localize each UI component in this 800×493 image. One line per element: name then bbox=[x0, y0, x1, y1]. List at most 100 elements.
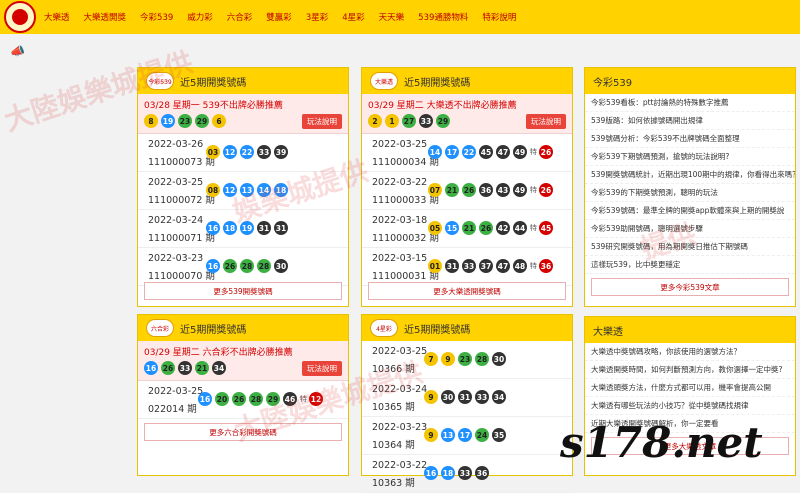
nav-item-3[interactable]: 威力彩 bbox=[187, 11, 213, 23]
number-ball: 03 bbox=[206, 145, 220, 159]
number-ball: 9 bbox=[424, 428, 438, 442]
site-logo[interactable] bbox=[4, 1, 36, 33]
draw-date: 2022-03-18 bbox=[372, 215, 428, 226]
more-articles-button[interactable]: 更多今彩539文章 bbox=[591, 278, 789, 296]
draw-balls: 01 31 33 37 47 48 特 36 bbox=[428, 259, 556, 273]
notice-text[interactable]: 03/29 星期二 大樂透不出牌必勝推薦 bbox=[368, 98, 517, 111]
number-ball: 01 bbox=[428, 259, 442, 273]
number-ball: 33 bbox=[475, 390, 489, 404]
draw-row: 2022-03-24 111000071 期 16 18 19 31 31 bbox=[138, 210, 348, 248]
number-ball: 18 bbox=[441, 466, 455, 480]
number-ball: 9 bbox=[424, 390, 438, 404]
draw-balls: 9 30 31 33 34 bbox=[424, 390, 509, 404]
draw-balls: 07 21 26 36 43 49 特 26 bbox=[428, 183, 556, 197]
article-link[interactable]: 今彩539下期號碼預測，搶號的玩法說明? bbox=[585, 148, 795, 166]
article-link[interactable]: 今彩539的下期獎號預測，聰明的玩法 bbox=[585, 184, 795, 202]
nav-item-4[interactable]: 六合彩 bbox=[227, 11, 253, 23]
nav-item-7[interactable]: 4星彩 bbox=[342, 11, 364, 23]
side-title: 大樂透 bbox=[593, 326, 623, 338]
draw-period: 022014 期 bbox=[148, 404, 197, 415]
number-ball: 39 bbox=[274, 145, 288, 159]
tips-button[interactable]: 玩法說明 bbox=[302, 114, 342, 129]
draw-date: 2022-03-15 bbox=[372, 253, 428, 264]
number-ball: 12 bbox=[223, 145, 237, 159]
more-results-button[interactable]: 更多大樂透開獎號碼 bbox=[368, 282, 566, 300]
number-ball: 16 bbox=[424, 466, 438, 480]
number-ball: 2 bbox=[368, 114, 382, 128]
draw-row: 2022-03-25 022014 期 16 20 26 28 29 46 特 12 bbox=[138, 381, 348, 419]
side-539-articles: 今彩539 今彩539看板：ptt討論熱的特殊數字推薦 539版路：如何依據號碼開出… bbox=[584, 67, 796, 307]
notice-balls: 16 26 33 21 34 bbox=[144, 361, 229, 375]
nav-item-10[interactable]: 特彩說明 bbox=[482, 11, 516, 23]
brand-logo-text: s178.net bbox=[560, 418, 763, 467]
number-ball: 34 bbox=[492, 390, 506, 404]
nav-item-5[interactable]: 雙贏彩 bbox=[266, 11, 292, 23]
number-ball: 18 bbox=[274, 183, 288, 197]
number-ball: 12 bbox=[309, 392, 323, 406]
draw-balls: 14 17 22 45 47 49 特 26 bbox=[428, 145, 556, 159]
tips-button[interactable]: 玩法說明 bbox=[302, 361, 342, 376]
panel-539: 今彩539 近5期開獎號碼 03/28 星期一 539不出牌必勝推薦 8 19 23 29 6… bbox=[137, 67, 349, 307]
draw-balls: 16 26 28 28 30 bbox=[206, 259, 291, 273]
article-link[interactable]: 大樂透開獎時間，如何判斷預測方向，教你選擇一定中獎? bbox=[585, 361, 795, 379]
number-ball: 33 bbox=[458, 466, 472, 480]
lottery-badge-icon: 六合彩 bbox=[146, 319, 174, 337]
nav-items: 大樂透 大樂透開獎 今彩539 威力彩 六合彩 雙贏彩 3星彩 4星彩 天天樂 539通勝物料 特彩… bbox=[44, 0, 530, 34]
nav-item-9[interactable]: 539通勝物料 bbox=[418, 11, 468, 23]
article-link[interactable]: 大樂透頭獎方法，什麼方式都可以用，機率會提高公開 bbox=[585, 379, 795, 397]
article-link[interactable]: 539研究開獎號碼，用為期開獎日推估下期號碼 bbox=[585, 238, 795, 256]
tips-button[interactable]: 玩法說明 bbox=[526, 114, 566, 129]
draw-row: 2022-03-25 111000034 期 14 17 22 45 47 49 特 26 bbox=[362, 134, 572, 172]
number-ball: 36 bbox=[475, 466, 489, 480]
article-link[interactable]: 今彩539看板：ptt討論熱的特殊數字推薦 bbox=[585, 94, 795, 112]
draw-period: 10364 期 bbox=[372, 440, 415, 451]
draw-date: 2022-03-25 bbox=[372, 346, 428, 357]
article-link[interactable]: 今彩539助開號碼，聰明選號步驟 bbox=[585, 220, 795, 238]
number-ball: 29 bbox=[436, 114, 450, 128]
side-title: 今彩539 bbox=[593, 77, 633, 89]
number-ball: 16 bbox=[198, 392, 212, 406]
logo-emblem bbox=[12, 9, 28, 25]
article-link[interactable]: 這樣玩539，比中獎更穩定 bbox=[585, 256, 795, 274]
nav-item-1[interactable]: 大樂透開獎 bbox=[84, 11, 127, 23]
number-ball: 42 bbox=[496, 221, 510, 235]
article-link[interactable]: 539開獎號碼統計，近期出現100期中的規律，你看得出來嗎？ bbox=[585, 166, 795, 184]
more-results-button[interactable]: 更多六合彩開獎號碼 bbox=[144, 423, 342, 441]
draw-date: 2022-03-23 bbox=[372, 422, 428, 433]
number-ball: 34 bbox=[212, 361, 226, 375]
number-ball: 26 bbox=[479, 221, 493, 235]
number-ball: 1 bbox=[385, 114, 399, 128]
article-link[interactable]: 大樂透有哪些玩法的小技巧？從中獎號碼找規律 bbox=[585, 397, 795, 415]
number-ball: 33 bbox=[462, 259, 476, 273]
article-link[interactable]: 今彩539號碼：最準全牌的開獎app軟體來與上期的開獎說 bbox=[585, 202, 795, 220]
panel-title: 近5期開獎號碼 bbox=[180, 324, 247, 336]
number-ball: 12 bbox=[223, 183, 237, 197]
article-link[interactable]: 539版路：如何依據號碼開出規律 bbox=[585, 112, 795, 130]
number-ball: 27 bbox=[402, 114, 416, 128]
panel-header: 4星彩 近5期開獎號碼 bbox=[362, 315, 572, 341]
article-link[interactable]: 539號碼分析：今彩539不出牌號碼全面整理 bbox=[585, 130, 795, 148]
special-label: 特 bbox=[530, 224, 537, 232]
special-label: 特 bbox=[530, 148, 537, 156]
draw-date: 2022-03-22 bbox=[372, 460, 428, 471]
draw-period: 111000072 期 bbox=[148, 195, 215, 206]
nav-item-0[interactable]: 大樂透 bbox=[44, 11, 70, 23]
nav-item-6[interactable]: 3星彩 bbox=[306, 11, 328, 23]
draw-row: 2022-03-25 10366 期 7 9 23 28 30 bbox=[362, 341, 572, 379]
draw-row: 2022-03-24 10365 期 9 30 31 33 34 bbox=[362, 379, 572, 417]
side-header: 今彩539 bbox=[585, 68, 795, 94]
special-label: 特 bbox=[300, 395, 307, 403]
number-ball: 23 bbox=[458, 352, 472, 366]
notice-text[interactable]: 03/29 星期二 六合彩不出牌必勝推薦 bbox=[144, 345, 293, 358]
panel-title: 近5期開獎號碼 bbox=[180, 77, 247, 89]
number-ball: 21 bbox=[195, 361, 209, 375]
nav-item-2[interactable]: 今彩539 bbox=[140, 11, 173, 23]
article-link[interactable]: 大樂透中獎號碼攻略，你該使用的選號方法？ bbox=[585, 343, 795, 361]
notice-text[interactable]: 03/28 星期一 539不出牌必勝推薦 bbox=[144, 98, 283, 111]
number-ball: 23 bbox=[178, 114, 192, 128]
draw-date: 2022-03-26 bbox=[148, 139, 204, 150]
more-results-button[interactable]: 更多539開獎號碼 bbox=[144, 282, 342, 300]
nav-item-8[interactable]: 天天樂 bbox=[379, 11, 405, 23]
number-ball: 16 bbox=[206, 221, 220, 235]
number-ball: 26 bbox=[223, 259, 237, 273]
